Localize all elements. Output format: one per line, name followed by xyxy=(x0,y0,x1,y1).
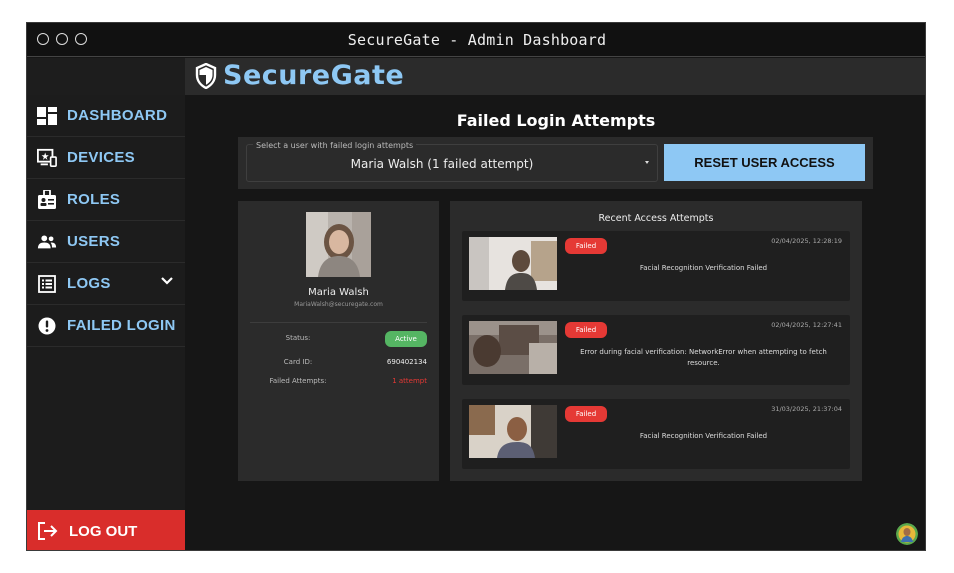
chevron-down-icon[interactable] xyxy=(161,276,173,286)
users-icon xyxy=(37,232,57,252)
logout-button[interactable]: LOG OUT xyxy=(27,510,185,550)
app-window: SecureGate - Admin Dashboard SecureGate … xyxy=(26,22,926,551)
sidebar-item-label: LOGS xyxy=(67,275,111,292)
reset-user-access-button[interactable]: RESET USER ACCESS xyxy=(664,144,865,181)
logs-icon xyxy=(37,274,57,294)
select-value: Maria Walsh (1 failed attempt) xyxy=(350,157,534,171)
sidebar-item-logs[interactable]: LOGS xyxy=(27,263,185,305)
user-select-bar: Select a user with failed login attempts… xyxy=(238,137,873,189)
caret-down-icon xyxy=(645,161,649,164)
card-id-label: Card ID: xyxy=(283,358,313,366)
sidebar-item-roles[interactable]: ROLES xyxy=(27,179,185,221)
sidebar-item-label: USERS xyxy=(67,233,121,250)
sidebar: DASHBOARD DEVICES ROLES USERS LOGS FAILE… xyxy=(27,95,185,550)
sidebar-item-dashboard[interactable]: DASHBOARD xyxy=(27,95,185,137)
status-label: Status: xyxy=(285,334,311,342)
user-avatar xyxy=(306,212,371,277)
attempt-snapshot xyxy=(469,405,557,458)
user-profile-card: Maria Walsh MariaWalsh@securegate.com St… xyxy=(238,201,439,481)
sidebar-item-label: ROLES xyxy=(67,191,121,208)
attempt-time: 02/04/2025, 12:27:41 xyxy=(771,321,842,329)
window-title: SecureGate - Admin Dashboard xyxy=(347,31,607,49)
attempt-time: 02/04/2025, 12:28:19 xyxy=(771,237,842,245)
roles-icon xyxy=(37,189,57,210)
failed-attempts-row: Failed Attempts: 1 attempt xyxy=(238,374,439,390)
sidebar-item-users[interactable]: USERS xyxy=(27,221,185,263)
attempt-message: Facial Recognition Verification Failed xyxy=(639,264,768,272)
sidebar-item-label: DASHBOARD xyxy=(67,107,168,124)
attempt-snapshot xyxy=(469,321,557,374)
status-row: Status: Active xyxy=(238,331,439,347)
attempt-item[interactable]: Failed 02/04/2025, 12:27:41 Error during… xyxy=(462,315,850,385)
sidebar-item-label: DEVICES xyxy=(67,149,135,166)
attempt-item[interactable]: Failed 02/04/2025, 12:28:19 Facial Recog… xyxy=(462,231,850,301)
profile-avatar-button[interactable] xyxy=(896,523,918,545)
header-left-spacer xyxy=(27,58,185,95)
attempt-snapshot xyxy=(469,237,557,290)
logout-icon xyxy=(38,522,58,540)
app-header: SecureGate xyxy=(27,58,925,95)
profile-divider xyxy=(250,322,427,323)
sidebar-item-failed-login[interactable]: FAILED LOGIN xyxy=(27,305,185,347)
card-id-row: Card ID: 690402134 xyxy=(238,355,439,371)
dashboard-icon xyxy=(37,106,57,126)
page-title: Failed Login Attempts xyxy=(456,111,656,130)
attempt-message: Facial Recognition Verification Failed xyxy=(639,432,768,440)
attempt-time: 31/03/2025, 21:37:04 xyxy=(771,405,842,413)
attempt-message: Error during facial verification: Networ… xyxy=(580,348,827,367)
recent-attempts-panel: Recent Access Attempts Failed 02/04/2025… xyxy=(450,201,862,481)
status-badge: Failed xyxy=(565,406,607,422)
recent-attempts-title: Recent Access Attempts xyxy=(598,213,714,224)
user-email: MariaWalsh@securegate.com xyxy=(294,301,383,308)
window-titlebar: SecureGate - Admin Dashboard xyxy=(27,23,925,57)
status-badge: Active xyxy=(385,331,427,347)
alert-icon xyxy=(37,316,57,336)
sidebar-item-devices[interactable]: DEVICES xyxy=(27,137,185,179)
brand-logo: SecureGate xyxy=(195,60,404,91)
select-label: Select a user with failed login attempts xyxy=(253,141,417,150)
sidebar-item-label: FAILED LOGIN xyxy=(67,317,176,334)
logout-label: LOG OUT xyxy=(69,522,138,540)
status-badge: Failed xyxy=(565,322,607,338)
attempt-item[interactable]: Failed 31/03/2025, 21:37:04 Facial Recog… xyxy=(462,399,850,469)
card-id-value: 690402134 xyxy=(386,358,427,366)
devices-icon xyxy=(37,148,57,168)
failed-attempts-value: 1 attempt xyxy=(392,377,427,385)
brand-name: SecureGate xyxy=(223,60,405,91)
failed-attempts-label: Failed Attempts: xyxy=(269,377,327,385)
user-name: Maria Walsh xyxy=(308,287,369,298)
status-badge: Failed xyxy=(565,238,607,254)
failed-user-select[interactable]: Select a user with failed login attempts… xyxy=(246,141,658,182)
shield-icon xyxy=(195,62,217,89)
